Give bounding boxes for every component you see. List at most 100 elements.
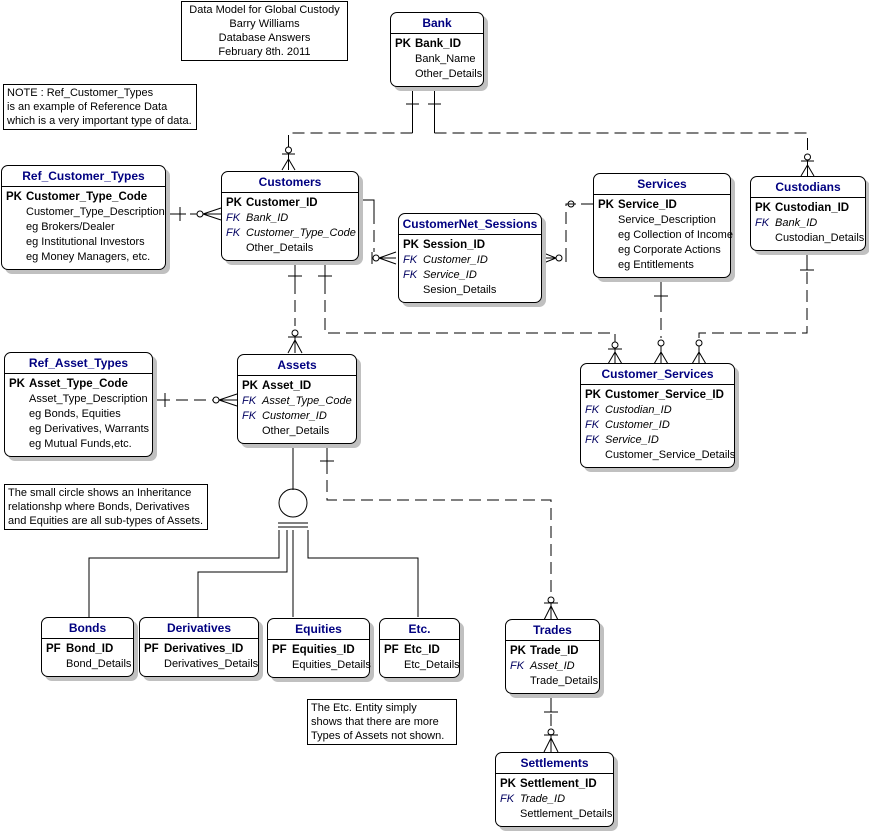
attribute-name: eg Corporate Actions (618, 244, 721, 256)
attribute-name: Bond_Details (66, 658, 132, 670)
key-marker: FK (226, 227, 241, 239)
primary-key-row: PF Derivatives_ID (144, 642, 254, 657)
key-marker (6, 235, 26, 250)
entity-attributes: PK Asset_Type_Code Asset_Type_Descriptione… (5, 374, 152, 456)
foreign-key-row: FK Asset_ID (510, 659, 595, 674)
attribute-row: Bond_Details (46, 657, 132, 672)
attribute-name: eg Derivatives, Warrants (29, 423, 150, 435)
attribute-name: Service_ID (618, 199, 677, 211)
attribute-name: Service_Description (618, 214, 716, 226)
attribute-name: Other_Details (415, 68, 483, 80)
attribute-name: eg Institutional Investors (26, 236, 145, 248)
key-marker (226, 241, 246, 256)
entity-customer-services[interactable]: Customer_Services PK Customer_Service_ID FK… (580, 363, 735, 468)
attribute-name: Trade_Details (530, 675, 599, 687)
entity-equities[interactable]: Equities PF Equities_ID Equities_Details (267, 618, 371, 678)
ref-data-note: NOTE : Ref_Customer_Types is an example … (3, 84, 197, 130)
attribute-name: Customer_Type_Code (26, 191, 148, 203)
key-marker: FK (585, 404, 600, 416)
entity-title: Services (594, 174, 730, 195)
note-line: shows that there are more (311, 716, 439, 728)
key-marker: FK (585, 434, 600, 446)
key-marker: PK (226, 197, 242, 209)
entity-attributes: PK Session_ID FK Customer_ID FK Service_ID Ses… (399, 235, 541, 302)
attribute-name: Trade_ID (520, 793, 566, 805)
key-marker: PK (6, 191, 22, 203)
attribute-row: Bank_Name (395, 52, 479, 67)
attribute-row: Custodian_Details (755, 231, 865, 246)
attribute-name: eg Collection of Income (618, 229, 733, 241)
entity-etc[interactable]: Etc. PF Etc_ID Etc_Details (379, 618, 460, 678)
entity-ref-customer-types[interactable]: Ref_Customer_Types PK Customer_Type_Code Cu… (1, 165, 166, 270)
attribute-name: Bank_Name (415, 53, 476, 65)
attribute-name: Custodian_Details (775, 232, 865, 244)
attribute-row: Trade_Details (510, 674, 599, 689)
attribute-name: Equities_ID (292, 644, 355, 656)
entity-title: Assets (238, 355, 356, 376)
key-marker: PK (755, 202, 771, 214)
primary-key-row: PK Bank_ID (395, 37, 479, 52)
key-marker: PK (242, 380, 258, 392)
key-marker (9, 437, 29, 452)
attribute-name: Session_ID (423, 239, 485, 251)
attribute-row: Other_Details (226, 241, 354, 256)
attribute-name: Customer_ID (262, 410, 327, 422)
foreign-key-row: FK Customer_ID (403, 253, 537, 268)
rel-bank-customers (281, 88, 419, 171)
title-line: Data Model for Global Custody (189, 4, 340, 16)
attribute-row: Asset_Type_Description (9, 392, 148, 407)
attribute-row: eg Brokers/Dealer (6, 220, 161, 235)
date-line: February 8th. 2011 (218, 46, 311, 58)
key-marker (403, 283, 423, 298)
primary-key-row: PF Equities_ID (272, 643, 365, 658)
attribute-name: Service_ID (605, 434, 659, 446)
attribute-name: Customer_ID (605, 419, 670, 431)
primary-key-row: PK Asset_Type_Code (9, 377, 148, 392)
entity-custodians[interactable]: Custodians PK Custodian_ID FK Bank_ID Custodi… (750, 176, 866, 251)
key-marker: PK (585, 389, 601, 401)
primary-key-row: PK Customer_Service_ID (585, 388, 730, 403)
title-note: Data Model for Global Custody Barry Will… (181, 1, 348, 61)
entity-settlements[interactable]: Settlements PK Settlement_ID FK Trade_ID Sett… (495, 752, 614, 827)
key-marker (9, 392, 29, 407)
author-line: Barry Williams (229, 18, 300, 30)
entity-customernet-sessions[interactable]: CustomerNet_Sessions PK Session_ID FK Custom… (398, 213, 542, 303)
key-marker (272, 658, 292, 673)
entity-ref-asset-types[interactable]: Ref_Asset_Types PK Asset_Type_Code Asset_Ty… (4, 352, 153, 457)
attribute-name: Custodian_ID (775, 202, 850, 214)
entity-services[interactable]: Services PK Service_ID Service_Description e… (593, 173, 733, 278)
rel-refcusttypes-customers (165, 207, 222, 221)
entity-derivatives[interactable]: Derivatives PF Derivatives_ID Derivatives_D… (139, 617, 259, 677)
attribute-row: eg Derivatives, Warrants (9, 422, 150, 437)
key-marker: FK (242, 410, 257, 422)
attribute-row: Derivatives_Details (144, 657, 258, 672)
primary-key-row: PK Asset_ID (242, 379, 352, 394)
entity-assets[interactable]: Assets PK Asset_ID FK Asset_Type_Code FK Custo… (237, 354, 357, 444)
key-marker (598, 243, 618, 258)
entity-trades[interactable]: Trades PK Trade_ID FK Asset_ID Trade_Details (505, 619, 600, 694)
attribute-name: Etc_Details (404, 659, 460, 671)
attribute-name: eg Brokers/Dealer (26, 221, 115, 233)
entity-title: Customers (222, 172, 358, 193)
entity-customers[interactable]: Customers PK Customer_ID FK Bank_ID FK Custome… (221, 171, 359, 261)
attribute-name: Customer_Service_Details (605, 449, 736, 461)
primary-key-row: PF Bond_ID (46, 642, 129, 657)
entity-bank[interactable]: Bank PK Bank_ID Bank_Name Other_Details (390, 12, 484, 87)
note-line: The Etc. Entity simply (311, 702, 417, 714)
attribute-name: Asset_ID (530, 660, 575, 672)
attribute-row: eg Money Managers, etc. (6, 250, 161, 265)
entity-title: Bank (391, 13, 483, 34)
key-marker (242, 424, 262, 439)
rel-services-sessions (540, 200, 593, 265)
rel-services-custservices (653, 280, 669, 365)
attribute-row: eg Corporate Actions (598, 243, 726, 258)
entity-bonds[interactable]: Bonds PF Bond_ID Bond_Details (41, 617, 134, 677)
attribute-row: Settlement_Details (500, 807, 612, 822)
entity-attributes: PF Etc_ID Etc_Details (380, 640, 460, 677)
attribute-name: Asset_Type_Description (29, 393, 148, 405)
attribute-row: Service_Description (598, 213, 726, 228)
attribute-row: eg Bonds, Equities (9, 407, 148, 422)
entity-title: Settlements (496, 753, 613, 774)
attribute-name: Asset_Type_Code (29, 378, 128, 390)
rel-assets-trades (320, 446, 559, 621)
